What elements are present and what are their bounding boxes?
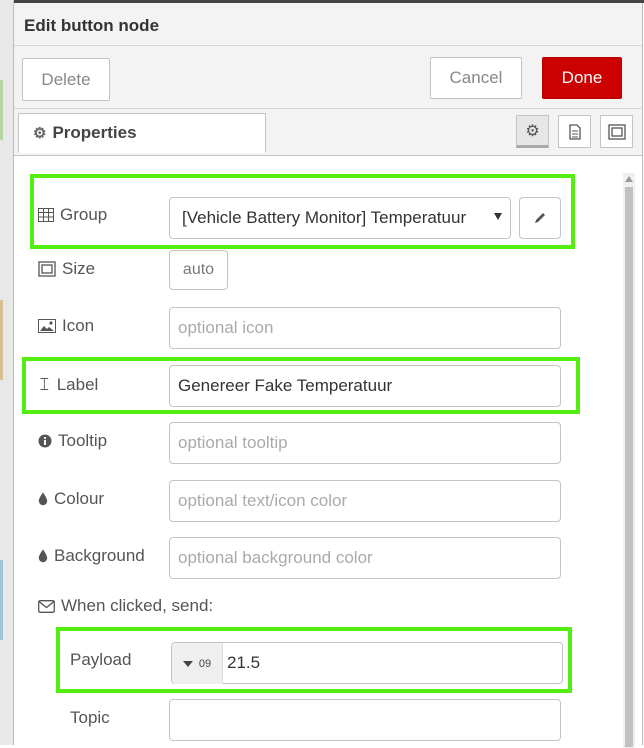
- tray-header: Edit button node: [14, 3, 642, 46]
- tint-icon: [38, 549, 48, 563]
- icon-input[interactable]: optional icon: [169, 307, 561, 349]
- table-icon: [38, 208, 54, 222]
- tooltip-input[interactable]: optional tooltip: [169, 422, 561, 464]
- size-picker-button[interactable]: auto: [169, 250, 228, 290]
- info-icon: [38, 434, 52, 448]
- icon-input-placeholder: optional icon: [178, 318, 274, 337]
- gear-icon: ⚙: [33, 125, 47, 142]
- label-label-text: Label: [56, 374, 99, 394]
- group-label: Group: [38, 205, 107, 225]
- workspace-edge: [0, 0, 14, 745]
- node-appearance-icon: [607, 123, 626, 140]
- group-select[interactable]: [Vehicle Battery Monitor] Temperatuur: [169, 197, 511, 239]
- topic-label: Topic: [70, 708, 110, 728]
- icon-label-text: Icon: [62, 316, 95, 335]
- label-label: 𝙸 Label: [38, 374, 98, 395]
- label-input[interactable]: Genereer Fake Temperatuur: [169, 365, 561, 407]
- topic-input[interactable]: [169, 699, 561, 741]
- tooltip-label: Tooltip: [38, 431, 107, 451]
- tab-properties-label: Properties: [52, 123, 137, 142]
- background-label-text: Background: [54, 546, 145, 565]
- tab-properties[interactable]: ⚙ Properties: [18, 113, 266, 153]
- topic-label-text: Topic: [70, 708, 110, 727]
- group-label-text: Group: [60, 205, 108, 224]
- tab-appearance[interactable]: [600, 115, 633, 148]
- payload-label: Payload: [70, 650, 131, 670]
- background-label: Background: [38, 546, 145, 566]
- size-label-text: Size: [62, 259, 96, 278]
- pencil-icon: [535, 213, 545, 223]
- background-input-placeholder: optional background color: [178, 548, 373, 567]
- when-clicked-label-text: When clicked, send:: [61, 596, 214, 615]
- edit-tray: Edit button node Delete Cancel Done ⚙ Pr…: [13, 3, 643, 748]
- tab-settings[interactable]: ⚙: [516, 115, 549, 148]
- tint-icon: [38, 492, 48, 506]
- payload-input-value: 21.5: [227, 653, 261, 672]
- envelope-icon: [38, 599, 55, 613]
- payload-label-text: Payload: [70, 650, 132, 669]
- payload-type-selector[interactable]: 09: [172, 643, 223, 684]
- tab-description[interactable]: [558, 115, 591, 148]
- size-label: Size: [38, 259, 95, 279]
- label-input-value: Genereer Fake Temperatuur: [178, 376, 393, 395]
- payload-typed-input[interactable]: 09 21.5: [171, 642, 563, 684]
- image-icon: [38, 319, 56, 333]
- tooltip-label-text: Tooltip: [58, 431, 108, 450]
- group-select-value: [Vehicle Battery Monitor] Temperatuur: [182, 208, 467, 227]
- tab-bar: ⚙ Properties ⚙: [14, 109, 642, 156]
- colour-label-text: Colour: [54, 489, 105, 508]
- tooltip-input-placeholder: optional tooltip: [178, 433, 288, 452]
- done-button[interactable]: Done: [542, 57, 622, 99]
- form-scrollbar[interactable]: [623, 173, 635, 748]
- text-cursor-icon: 𝙸: [38, 374, 51, 394]
- when-clicked-label: When clicked, send:: [38, 596, 213, 616]
- colour-label: Colour: [38, 489, 104, 509]
- background-input[interactable]: optional background color: [169, 537, 561, 579]
- resize-icon: [38, 261, 56, 277]
- caret-down-icon: [182, 660, 193, 667]
- number-type-icon: 09: [198, 657, 212, 670]
- tray-title: Edit button node: [24, 16, 160, 35]
- colour-input[interactable]: optional text/icon color: [169, 480, 561, 522]
- colour-input-placeholder: optional text/icon color: [178, 491, 348, 510]
- gear-icon: ⚙: [525, 122, 540, 140]
- edit-group-button[interactable]: [519, 197, 561, 239]
- document-icon: [568, 123, 581, 140]
- cancel-button[interactable]: Cancel: [430, 57, 522, 99]
- tray-toolbar: Delete Cancel Done: [14, 46, 642, 109]
- chevron-down-icon: [494, 213, 502, 220]
- icon-label: Icon: [38, 316, 94, 336]
- delete-button[interactable]: Delete: [22, 58, 110, 101]
